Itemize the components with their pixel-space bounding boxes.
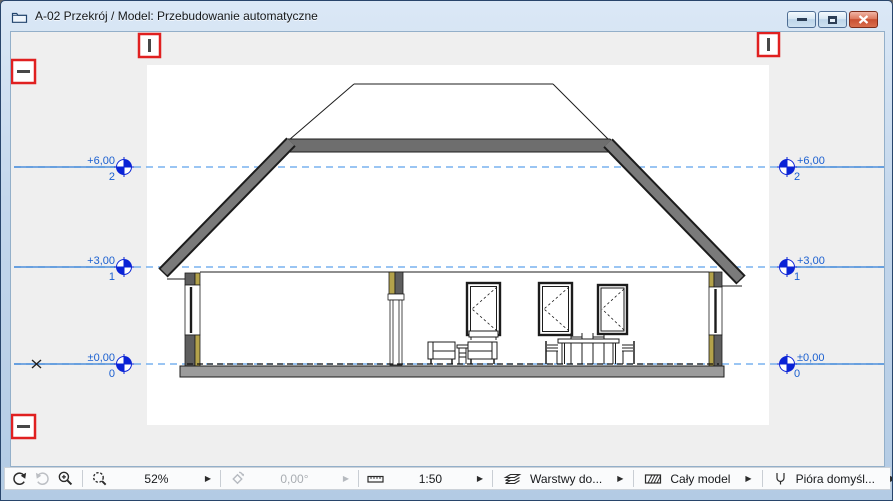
- svg-text:+6,00: +6,00: [797, 155, 825, 167]
- svg-text:±0,00: ±0,00: [88, 352, 115, 364]
- level-marker-right-0[interactable]: ±0,00 0: [777, 352, 824, 380]
- drawing-area: +6,00 2 +3,00 1 ±0,00 0 +6,00 2 +3,00 1 …: [10, 31, 885, 467]
- bottom-toolbar: 52% ▶ 0,00° ▶ 1:50 ▶ Warstwy do... ▶ Cał…: [4, 467, 892, 490]
- minimize-icon: [796, 18, 807, 21]
- drawing-scale-value-button[interactable]: 1:50 ▶: [387, 472, 487, 486]
- titlebar[interactable]: A-02 Przekrój / Model: Przebudowanie aut…: [1, 1, 892, 31]
- pen-set-button[interactable]: Pióra domyśl... ▶: [768, 471, 892, 487]
- previous-zoom-icon: [13, 472, 27, 485]
- svg-text:1: 1: [109, 271, 115, 283]
- wall-left[interactable]: [184, 272, 201, 367]
- floor-slab[interactable]: [179, 365, 725, 378]
- drawing-scale-value: 1:50: [418, 471, 443, 486]
- expand-arrow-icon: ▶: [617, 473, 624, 483]
- wall-middle[interactable]: [387, 271, 405, 366]
- wall-right[interactable]: [708, 271, 723, 368]
- restore-icon: [828, 15, 837, 24]
- previous-zoom-button[interactable]: [8, 469, 31, 488]
- layers-button[interactable]: Warstwy do... ▶: [498, 471, 628, 487]
- rotation-value-button[interactable]: 0,00° ▶: [249, 472, 353, 486]
- rotation-icon: [232, 471, 245, 485]
- expand-arrow-icon: ▶: [342, 473, 349, 483]
- pen-set-label: Pióra domyśl...: [795, 471, 875, 486]
- level-marker-left-0[interactable]: ±0,00 0: [88, 352, 134, 380]
- svg-text:+3,00: +3,00: [87, 255, 115, 267]
- svg-text:0: 0: [794, 368, 800, 380]
- rotation-value: 0,00°: [280, 471, 309, 486]
- fit-in-window-icon: [92, 471, 107, 486]
- next-zoom-button[interactable]: [31, 469, 54, 488]
- section-view[interactable]: +6,00 2 +3,00 1 ±0,00 0 +6,00 2 +3,00 1 …: [11, 32, 884, 466]
- layers-icon: [503, 473, 522, 484]
- model-filter-button[interactable]: Cały model ▶: [639, 471, 756, 487]
- folder-icon[interactable]: [11, 10, 28, 23]
- section-window: A-02 Przekrój / Model: Przebudowanie aut…: [0, 0, 893, 501]
- ruler-icon: [367, 475, 384, 483]
- pen-icon: [775, 472, 785, 484]
- svg-text:2: 2: [109, 171, 115, 183]
- next-zoom-icon: [35, 472, 49, 485]
- svg-text:+3,00: +3,00: [797, 255, 825, 267]
- model-filter-label: Cały model: [670, 471, 731, 486]
- level-marker-right-2[interactable]: +6,00 2: [777, 155, 825, 183]
- window-3[interactable]: [596, 283, 629, 336]
- zoom-level-button[interactable]: 52% ▶: [111, 472, 215, 486]
- svg-text:±0,00: ±0,00: [797, 352, 824, 364]
- zoom-level-value: 52%: [144, 471, 169, 486]
- zoom-in-button[interactable]: [54, 469, 77, 488]
- drawing-scale-button[interactable]: [364, 469, 387, 488]
- expand-arrow-icon: ▶: [476, 473, 483, 483]
- level-marker-left-1[interactable]: +3,00 1: [87, 255, 134, 283]
- window-1[interactable]: [465, 281, 502, 337]
- zoom-in-icon: [58, 471, 73, 486]
- window-2[interactable]: [537, 281, 574, 337]
- handle-bottom-left[interactable]: [11, 413, 37, 440]
- svg-text:+6,00: +6,00: [87, 155, 115, 167]
- minimize-button[interactable]: [787, 11, 816, 28]
- expand-arrow-icon: ▶: [745, 473, 752, 483]
- svg-text:1: 1: [794, 271, 800, 283]
- level-marker-left-2[interactable]: +6,00 2: [87, 155, 134, 183]
- level-marker-right-1[interactable]: +3,00 1: [777, 255, 825, 283]
- handle-top-inner-right[interactable]: [756, 32, 781, 58]
- handle-top-inner-left[interactable]: [137, 32, 162, 59]
- attic-slab[interactable]: [272, 138, 624, 153]
- layers-label: Warstwy do...: [530, 471, 603, 486]
- close-button[interactable]: [849, 11, 878, 28]
- svg-text:0: 0: [109, 368, 115, 380]
- expand-arrow-icon: ▶: [204, 473, 211, 483]
- svg-text:2: 2: [794, 171, 800, 183]
- fit-in-window-button[interactable]: [88, 469, 111, 488]
- handle-top-left[interactable]: [11, 58, 37, 85]
- window-title: A-02 Przekrój / Model: Przebudowanie aut…: [35, 9, 318, 23]
- restore-button[interactable]: [818, 11, 847, 28]
- rotation-button[interactable]: [226, 469, 249, 488]
- close-icon: [858, 15, 869, 24]
- model-filter-icon: [645, 473, 662, 484]
